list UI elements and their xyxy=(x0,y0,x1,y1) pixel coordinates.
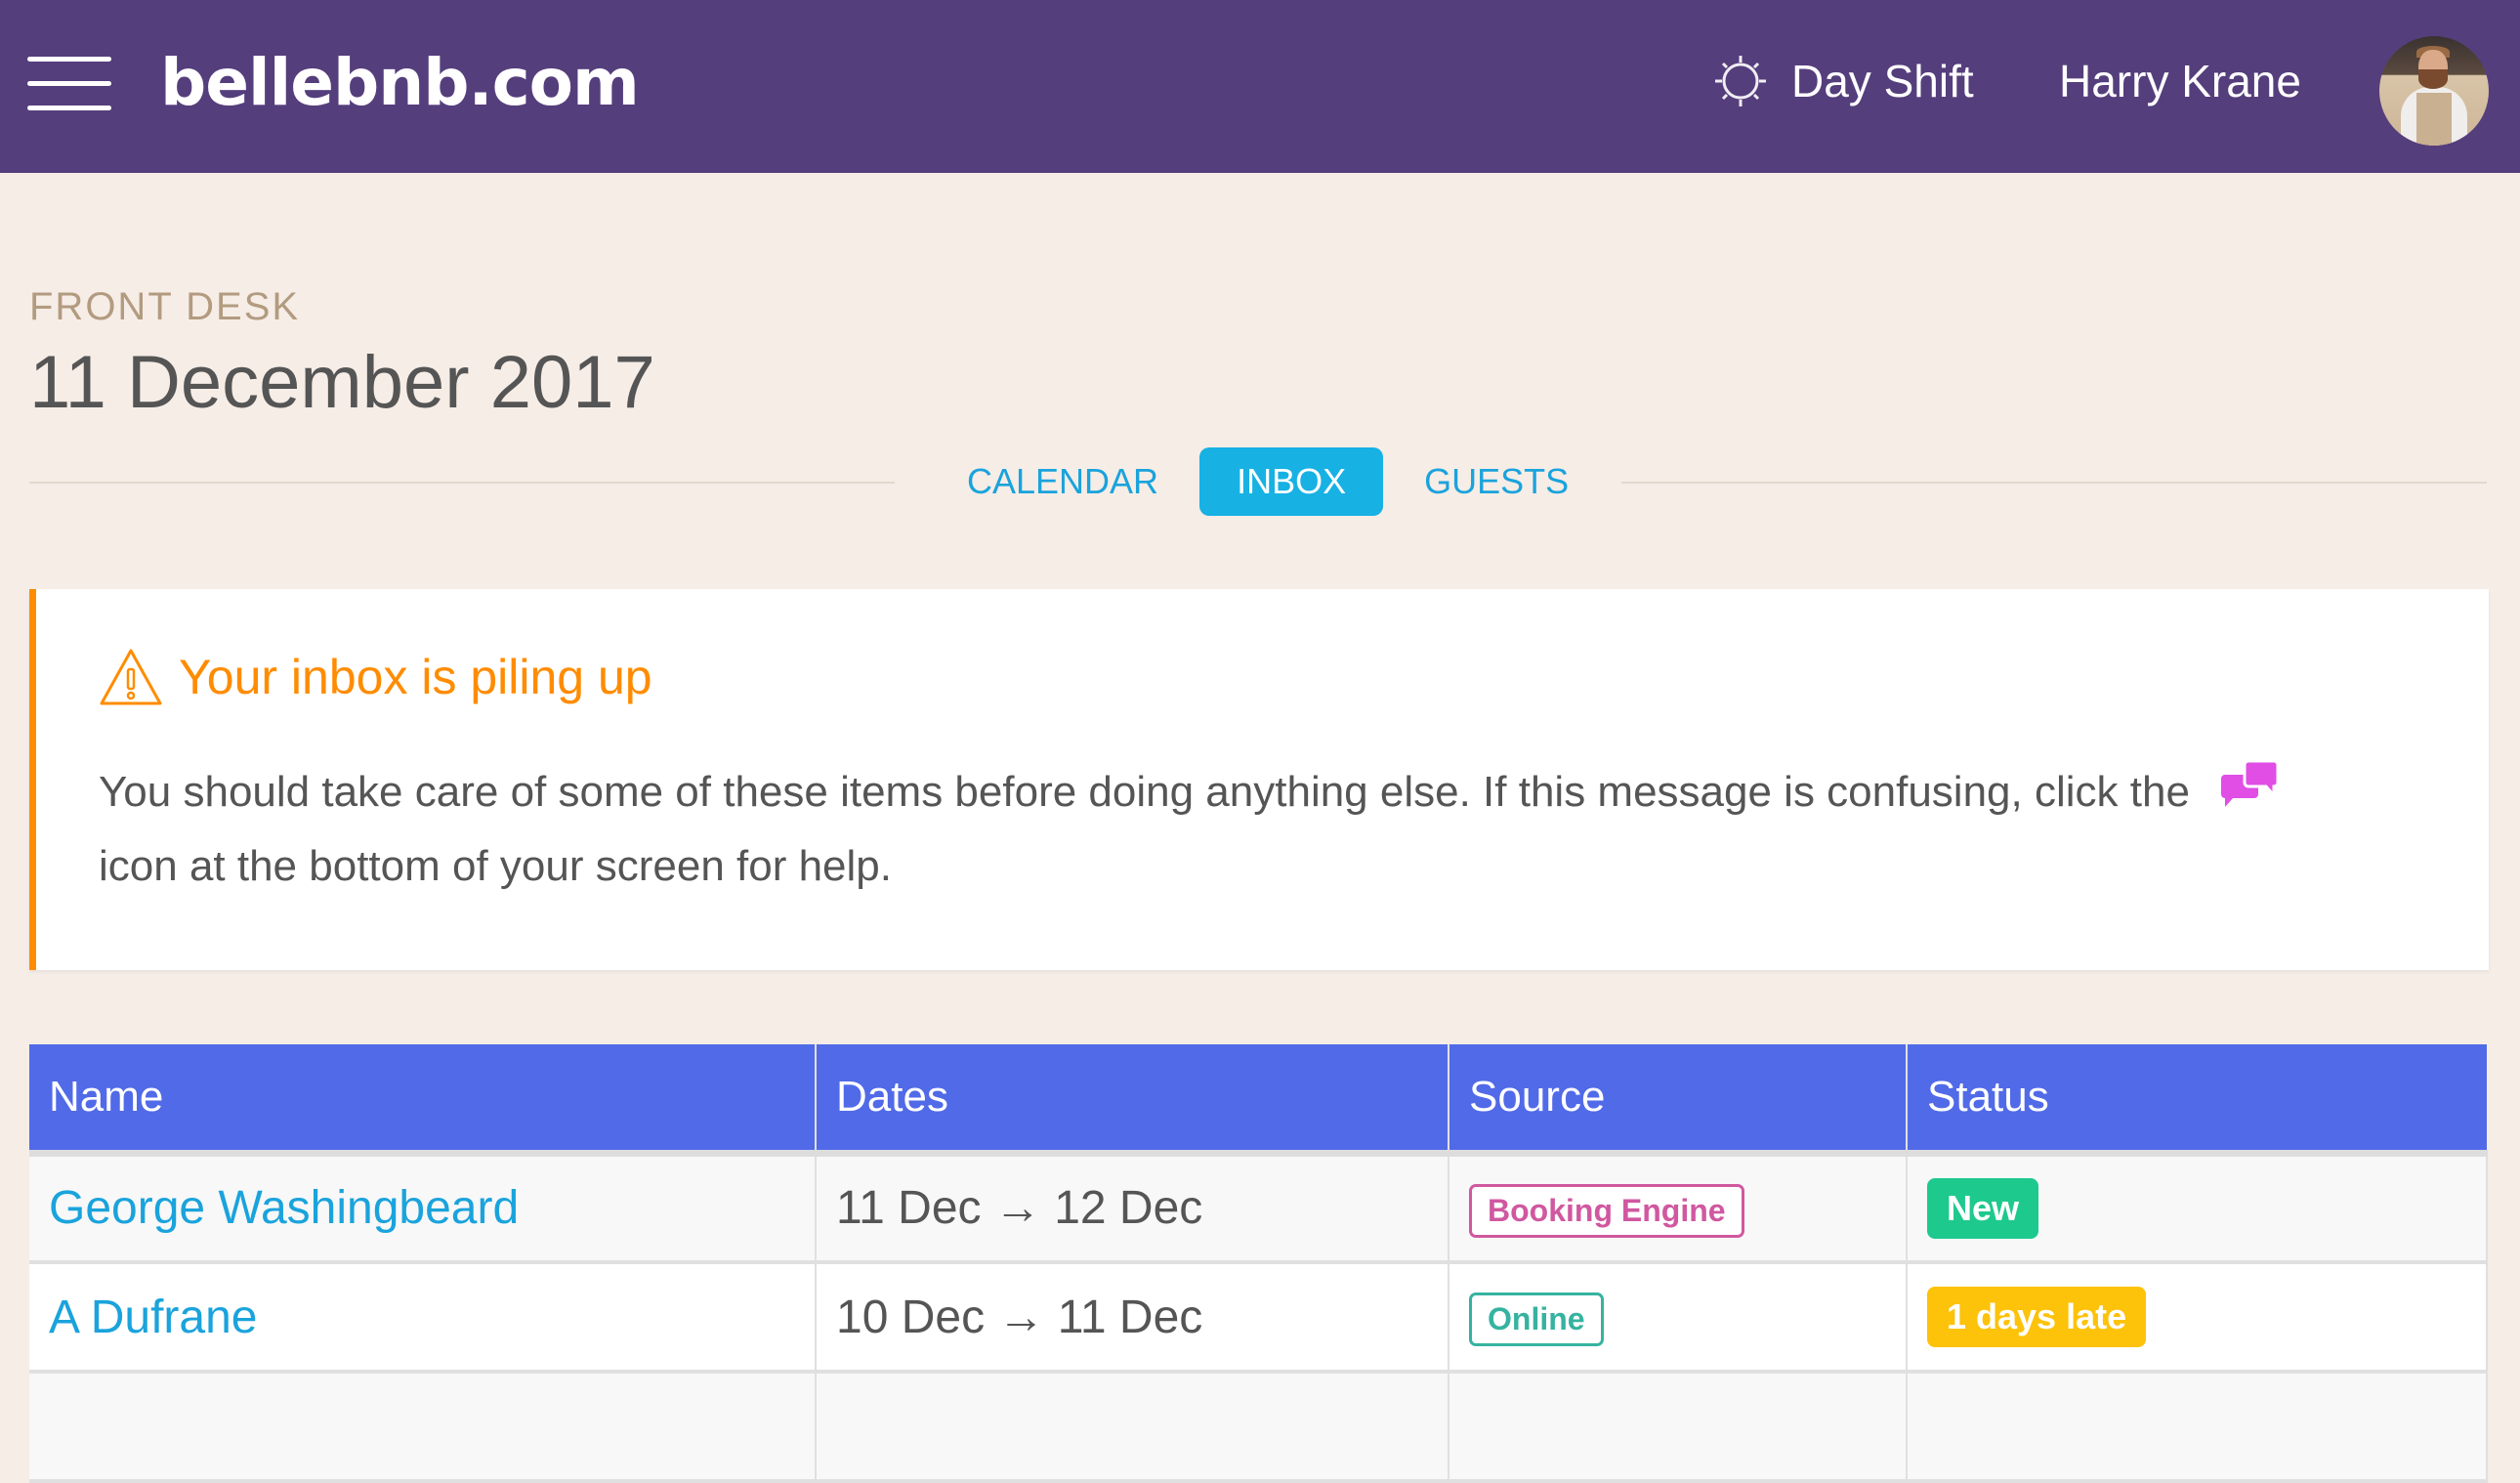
table-row[interactable]: George Washingbeard 11 Dec → 12 Dec Book… xyxy=(29,1153,2488,1264)
source-badge: Online xyxy=(1469,1292,1604,1346)
guest-name-cell: George Washingbeard xyxy=(29,1153,817,1264)
guest-name-link[interactable]: George Washingbeard xyxy=(49,1182,519,1234)
page-title: 11 December 2017 xyxy=(29,341,655,424)
tabs-divider-left xyxy=(29,482,895,484)
chat-bubbles-icon[interactable] xyxy=(2221,759,2280,812)
tab-bar: CALENDAR INBOX GUESTS xyxy=(938,447,1598,516)
alert-message: You should take care of some of these it… xyxy=(99,755,2404,904)
shift-label: Day Shift xyxy=(1791,56,1974,106)
table-row[interactable]: A Dufrane 10 Dec → 11 Dec Online 1 days … xyxy=(29,1262,2488,1374)
inbox-table: Name Dates Source Status George Washingb… xyxy=(29,1044,2488,1483)
dates-cell: 10 Dec → 11 Dec xyxy=(816,1262,1449,1374)
dates-cell: 11 Dec → 12 Dec xyxy=(816,1153,1449,1264)
column-header-status[interactable]: Status xyxy=(1907,1044,2487,1157)
guest-name-link[interactable]: A Dufrane xyxy=(49,1292,257,1343)
alert-message-part2: icon at the bottom of your screen for he… xyxy=(99,842,893,890)
avatar-beard xyxy=(2418,69,2448,89)
alert-header: Your inbox is piling up xyxy=(99,648,652,706)
tab-calendar[interactable]: CALENDAR xyxy=(938,447,1188,516)
source-cell: Booking Engine xyxy=(1449,1153,1908,1264)
column-header-name[interactable]: Name xyxy=(29,1044,817,1157)
shift-selector[interactable]: Day Shift xyxy=(1711,47,1974,115)
warning-triangle-icon xyxy=(100,649,162,705)
source-badge: Booking Engine xyxy=(1469,1183,1744,1238)
table-header-row: Name Dates Source Status xyxy=(29,1044,2487,1157)
source-cell: Online xyxy=(1449,1262,1908,1374)
status-cell: New xyxy=(1907,1153,2488,1264)
top-navigation-bar: bellebnb.com Day Shift Harry Krane xyxy=(0,0,2520,173)
alert-title: Your inbox is piling up xyxy=(179,650,652,704)
hamburger-menu-icon[interactable] xyxy=(27,57,111,111)
tab-inbox[interactable]: INBOX xyxy=(1199,447,1384,516)
status-badge: New xyxy=(1927,1177,2039,1239)
tabs-divider-right xyxy=(1621,482,2487,484)
menu-line xyxy=(27,81,111,86)
inbox-warning-alert: Your inbox is piling up You should take … xyxy=(29,589,2489,970)
column-header-dates[interactable]: Dates xyxy=(816,1044,1449,1157)
user-avatar[interactable] xyxy=(2379,36,2489,146)
guest-name-cell: A Dufrane xyxy=(29,1262,817,1374)
column-header-source[interactable]: Source xyxy=(1449,1044,1908,1157)
brand-logo[interactable]: bellebnb.com xyxy=(160,39,640,127)
section-eyebrow: FRONT DESK xyxy=(29,285,301,328)
tab-guests[interactable]: GUESTS xyxy=(1395,447,1598,516)
alert-message-part1: You should take care of some of these it… xyxy=(99,768,2190,816)
menu-line xyxy=(27,106,111,110)
sun-icon xyxy=(1715,56,1766,106)
user-name[interactable]: Harry Krane xyxy=(2059,47,2301,115)
status-cell: 1 days late xyxy=(1907,1262,2488,1374)
status-badge: 1 days late xyxy=(1927,1287,2147,1347)
avatar-apron xyxy=(2416,93,2452,146)
menu-line xyxy=(27,57,111,62)
